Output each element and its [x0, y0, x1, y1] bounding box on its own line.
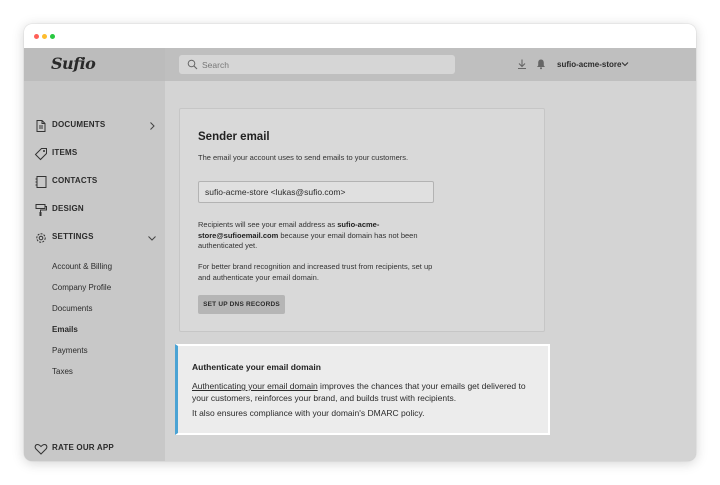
sender-email-title: Sender email	[198, 131, 270, 143]
callout-body: Authenticating your email domain improve…	[192, 381, 526, 403]
sidebar: Sufio DOCUMENTS ITEMS CONTACTS DESIGN SE…	[24, 48, 165, 461]
sender-email-description: The email your account uses to send emai…	[198, 153, 409, 162]
minimize-window-button[interactable]	[42, 34, 47, 39]
sidebar-subitem-documents[interactable]: Documents	[52, 304, 92, 313]
sufio-logo[interactable]: Sufio	[51, 54, 96, 73]
set-up-dns-records-button[interactable]: SET UP DNS RECORDS	[198, 295, 285, 314]
heart-icon	[34, 442, 48, 456]
callout-dmarc-note: It also ensures compliance with your dom…	[192, 408, 425, 418]
sidebar-subitem-account-billing[interactable]: Account & Billing	[52, 262, 112, 271]
bell-icon[interactable]	[535, 58, 547, 70]
search-icon	[187, 59, 198, 70]
sidebar-item-label: SETTINGS	[52, 232, 94, 241]
chevron-down-icon	[147, 233, 157, 243]
tag-icon	[34, 147, 48, 161]
search-placeholder: Search	[202, 60, 229, 70]
sidebar-item-design[interactable]: DESIGN	[24, 199, 165, 221]
chevron-down-icon[interactable]	[620, 59, 630, 69]
sidebar-item-label: CONTACTS	[52, 176, 98, 185]
sidebar-subitem-emails[interactable]: Emails	[52, 325, 78, 334]
close-window-button[interactable]	[34, 34, 39, 39]
maximize-window-button[interactable]	[50, 34, 55, 39]
callout-title: Authenticate your email domain	[192, 362, 321, 372]
store-selector[interactable]: sufio-acme-store	[557, 60, 621, 69]
paint-roller-icon	[34, 203, 48, 217]
brand-recognition-notice: For better brand recognition and increas…	[198, 262, 433, 282]
sidebar-item-label: ITEMS	[52, 148, 78, 157]
sidebar-item-settings[interactable]: SETTINGS	[24, 227, 165, 249]
authenticating-email-domain-link[interactable]: Authenticating your email domain	[192, 381, 318, 391]
sidebar-item-label: DOCUMENTS	[52, 120, 106, 129]
rate-our-app-label: RATE OUR APP	[52, 443, 114, 452]
download-icon[interactable]	[516, 58, 528, 70]
sidebar-subitem-payments[interactable]: Payments	[52, 346, 88, 355]
sidebar-item-items[interactable]: ITEMS	[24, 143, 165, 165]
authenticate-domain-callout: Authenticate your email domain Authentic…	[175, 344, 550, 435]
gear-icon	[34, 231, 48, 245]
sidebar-item-contacts[interactable]: CONTACTS	[24, 171, 165, 193]
sidebar-subitem-company-profile[interactable]: Company Profile	[52, 283, 111, 292]
app-window: Sufio DOCUMENTS ITEMS CONTACTS DESIGN SE…	[24, 24, 696, 461]
sender-email-field[interactable]	[198, 181, 434, 203]
logo-area: Sufio	[24, 48, 165, 81]
chevron-right-icon	[147, 121, 157, 131]
sidebar-item-documents[interactable]: DOCUMENTS	[24, 115, 165, 137]
sidebar-item-label: DESIGN	[52, 204, 84, 213]
search-input[interactable]: Search	[179, 55, 455, 74]
sender-email-card: Sender email The email your account uses…	[179, 108, 545, 332]
recipient-notice: Recipients will see your email address a…	[198, 220, 418, 251]
top-bar: Search sufio-acme-store	[165, 48, 696, 81]
window-titlebar	[24, 24, 696, 48]
sidebar-subitem-taxes[interactable]: Taxes	[52, 367, 73, 376]
document-icon	[34, 119, 48, 133]
rate-our-app-link[interactable]: RATE OUR APP	[24, 438, 165, 460]
contacts-icon	[34, 175, 48, 189]
